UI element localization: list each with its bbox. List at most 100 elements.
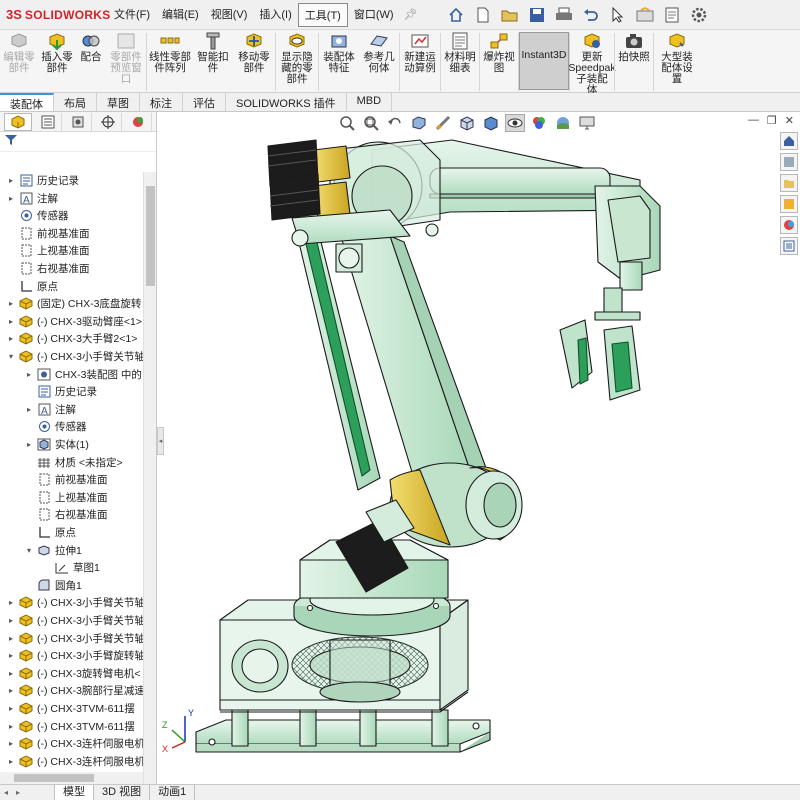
tree-item[interactable]: ▾ 拉伸1 xyxy=(24,542,82,559)
menu-item-5[interactable]: 窗口(W) xyxy=(348,3,400,27)
tree-item[interactable]: ▸ 实体(1) xyxy=(24,436,89,453)
tree-scroll-thumb[interactable] xyxy=(146,186,155,286)
robot-arm-model[interactable]: Y Z X xyxy=(157,112,800,784)
tree-item[interactable]: ▸ (-) CHX-3旋转臂电机< xyxy=(6,665,141,682)
expand-arrow-icon[interactable]: ▸ xyxy=(6,686,16,695)
expand-arrow-icon[interactable]: ▸ xyxy=(6,317,16,326)
ribbon-button-exploded-view[interactable]: 爆炸视 图 xyxy=(480,30,518,92)
ribbon-button-insert-component[interactable]: 插入零 部件 xyxy=(38,30,76,92)
file-explorer-icon[interactable] xyxy=(780,174,798,192)
expand-arrow-icon[interactable]: ▸ xyxy=(6,598,16,607)
expand-arrow-icon[interactable]: ▸ xyxy=(6,176,16,185)
ribbon-button-component-preview[interactable]: 零部件 预览窗 口 xyxy=(106,30,146,92)
menu-item-4[interactable]: 工具(T) xyxy=(297,2,348,27)
design-library-icon[interactable] xyxy=(780,153,798,171)
expand-arrow-icon[interactable]: ▸ xyxy=(6,634,16,643)
options-gear-icon[interactable] xyxy=(687,4,711,26)
configuration-manager-tab-icon[interactable] xyxy=(64,112,92,131)
tree-item[interactable]: ▸ (-) CHX-3TVM-611摆 xyxy=(6,700,135,717)
tree-item[interactable]: 原点 xyxy=(6,278,58,295)
bottom-tab-1[interactable]: 3D 视图 xyxy=(94,785,151,800)
ribbon-button-smart-fastener[interactable]: 智能扣 件 xyxy=(193,30,233,92)
cm-tab-2[interactable]: 草图 xyxy=(97,93,140,111)
menu-item-1[interactable]: 编辑(E) xyxy=(156,3,205,27)
tree-item[interactable]: 上视基准面 xyxy=(24,489,108,506)
ribbon-button-speedpak[interactable]: 更新 Speedpak 子装配 体 xyxy=(568,30,616,96)
tree-item[interactable]: 传感器 xyxy=(24,418,87,435)
appearances-icon[interactable] xyxy=(780,216,798,234)
ribbon-button-show-hidden[interactable]: 显示隐 藏的零 部件 xyxy=(276,30,318,92)
expand-arrow-icon[interactable]: ▸ xyxy=(6,722,16,731)
graphics-area[interactable]: — ❐ ✕ Y Z X ◂ xyxy=(157,112,800,784)
cm-tab-0[interactable]: 装配体 xyxy=(0,93,54,111)
ribbon-button-reference-geometry[interactable]: 参考几 何体 xyxy=(359,30,399,92)
new-document-icon[interactable] xyxy=(471,4,495,26)
undo-icon[interactable] xyxy=(579,4,603,26)
expand-arrow-icon[interactable]: ▸ xyxy=(6,616,16,625)
print-icon[interactable] xyxy=(552,4,576,26)
ribbon-button-linear-pattern[interactable]: 线性零部 件阵列 xyxy=(147,30,193,92)
ribbon-button-assembly-feature[interactable]: 装配体 特征 xyxy=(319,30,359,92)
tree-item[interactable]: 右视基准面 xyxy=(6,260,90,277)
feature-tree-tab-icon[interactable] xyxy=(4,112,32,131)
tree-item[interactable]: ▸ A 注解 xyxy=(6,190,58,207)
expand-arrow-icon[interactable]: ▸ xyxy=(24,370,34,379)
tree-item[interactable]: ▸ 历史记录 xyxy=(6,172,79,189)
menu-item-3[interactable]: 插入(I) xyxy=(253,3,297,27)
expand-arrow-icon[interactable]: ▸ xyxy=(24,405,34,414)
property-manager-tab-icon[interactable] xyxy=(34,112,62,131)
ribbon-button-bom[interactable]: 材料明 细表 xyxy=(441,30,479,92)
pin-icon[interactable]: 📌︎ xyxy=(400,8,422,21)
menu-item-0[interactable]: 文件(F) xyxy=(108,3,156,27)
file-properties-icon[interactable] xyxy=(660,4,684,26)
tree-item[interactable]: ▸ (-) CHX-3小手臂关节轴 xyxy=(6,630,143,647)
expand-arrow-icon[interactable]: ▸ xyxy=(6,194,16,203)
tree-item[interactable]: ▾ (-) CHX-3小手臂关节轴 xyxy=(6,348,143,365)
tree-hscroll-thumb[interactable] xyxy=(14,774,94,782)
solidworks-logo[interactable]: 3S SOLIDWORKS xyxy=(0,7,110,22)
solidworks-resources-icon[interactable] xyxy=(780,132,798,150)
menu-item-2[interactable]: 视图(V) xyxy=(205,3,254,27)
save-icon[interactable] xyxy=(525,4,549,26)
ribbon-button-instant3d[interactable]: Instant3D xyxy=(519,32,569,90)
tree-filter[interactable] xyxy=(0,132,156,152)
collapse-arrow-icon[interactable]: ▾ xyxy=(24,546,34,555)
ribbon-button-motion-study[interactable]: 新建运 动算例 xyxy=(400,30,440,92)
view-palette-icon[interactable] xyxy=(780,195,798,213)
expand-arrow-icon[interactable]: ▸ xyxy=(6,669,16,678)
tree-item[interactable]: 上视基准面 xyxy=(6,242,90,259)
ribbon-button-move-component[interactable]: 移动零 部件 xyxy=(233,30,275,92)
tree-item[interactable]: 历史记录 xyxy=(24,383,97,400)
tree-item[interactable]: ▸ A 注解 xyxy=(24,401,76,418)
ribbon-button-edit-component[interactable]: 编辑零 部件 xyxy=(0,30,38,92)
tab-prev-icon[interactable]: ◂ xyxy=(0,788,12,797)
cm-tab-6[interactable]: MBD xyxy=(347,93,393,111)
cm-tab-1[interactable]: 布局 xyxy=(54,93,97,111)
tree-vertical-scrollbar[interactable] xyxy=(143,172,156,784)
expand-arrow-icon[interactable]: ▸ xyxy=(24,440,34,449)
tree-item[interactable]: ▸ (-) CHX-3腕部行星减速 xyxy=(6,682,143,699)
cm-tab-5[interactable]: SOLIDWORKS 插件 xyxy=(226,93,347,111)
tree-item[interactable]: 材质 <未指定> xyxy=(24,454,123,471)
tree-item[interactable]: 前视基准面 xyxy=(24,471,108,488)
tree-item[interactable]: ▸ (-) CHX-3小手臂关节轴 xyxy=(6,612,143,629)
tree-item[interactable]: ▸ (-) CHX-3大手臂2<1> xyxy=(6,330,137,347)
dimxpert-tab-icon[interactable] xyxy=(94,112,122,131)
select-arrow-icon[interactable] xyxy=(606,4,630,26)
tree-horizontal-scrollbar[interactable] xyxy=(0,772,143,784)
tree-item[interactable]: ▸ (固定) CHX-3底盘旋转 xyxy=(6,295,141,312)
expand-arrow-icon[interactable]: ▸ xyxy=(6,757,16,766)
tree-item[interactable]: 原点 xyxy=(24,524,76,541)
ribbon-button-snapshot[interactable]: 拍快照 xyxy=(615,30,653,92)
tree-item[interactable]: ▸ (-) CHX-3TVM-611摆 xyxy=(6,718,135,735)
bottom-tab-0[interactable]: 模型 xyxy=(54,785,94,800)
expand-arrow-icon[interactable]: ▸ xyxy=(6,299,16,308)
tree-item[interactable]: 圆角1 xyxy=(24,577,82,594)
tree-item[interactable]: ▸ (-) CHX-3连杆伺服电机 xyxy=(6,735,143,752)
tree-item[interactable]: ▸ (-) CHX-3小手臂关节轴 xyxy=(6,594,143,611)
tab-next-icon[interactable]: ▸ xyxy=(12,788,24,797)
collapse-arrow-icon[interactable]: ▾ xyxy=(6,352,16,361)
rebuild-icon[interactable] xyxy=(633,4,657,26)
tree-item[interactable]: ▸ (-) CHX-3驱动臂座<1> xyxy=(6,313,142,330)
custom-properties-icon[interactable] xyxy=(780,237,798,255)
